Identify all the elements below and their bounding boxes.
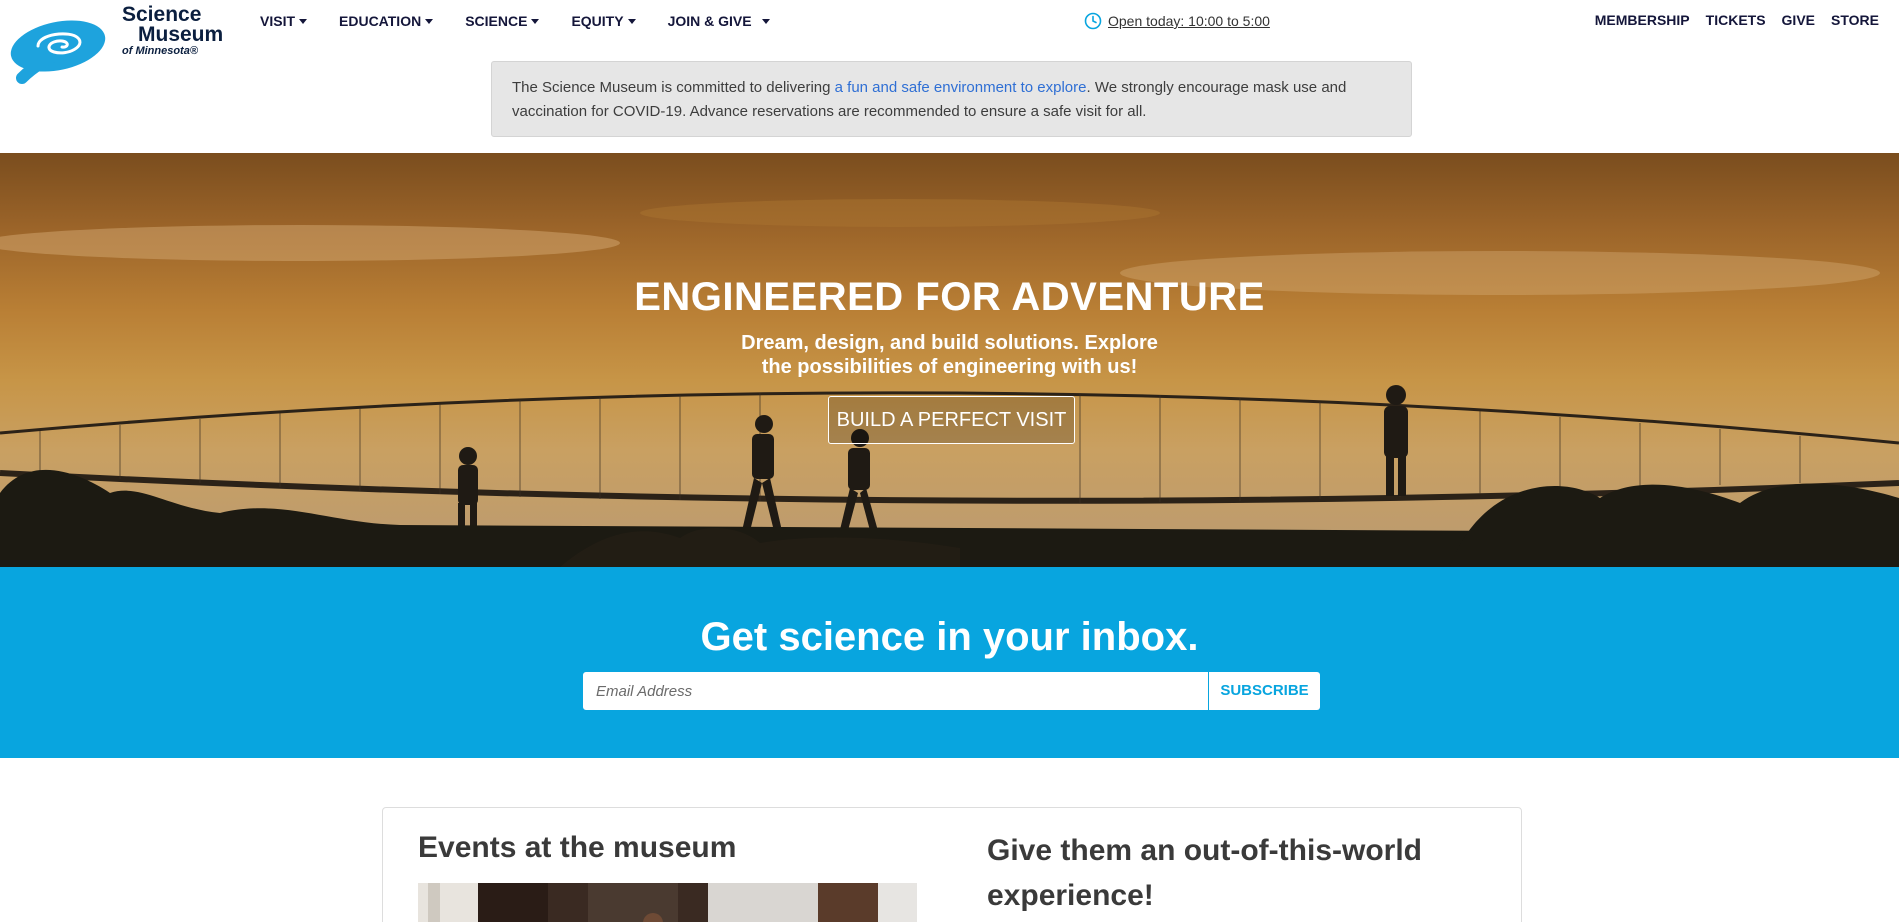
logo-line-science: Science	[122, 3, 202, 26]
give-heading: Give them an out-of-this-world experienc…	[987, 834, 1422, 912]
util-store-link[interactable]: STORE	[1831, 12, 1879, 28]
main-nav: VISIT EDUCATION SCIENCE EQUITY JOIN & GI…	[260, 10, 802, 32]
nav-item-education[interactable]: EDUCATION	[339, 10, 434, 32]
caret-down-icon	[761, 18, 770, 24]
events-photo	[418, 883, 917, 922]
hero-subtitle-line1: Dream, design, and build solutions. Expl…	[741, 332, 1158, 354]
spiral-logo-icon	[10, 20, 106, 84]
nav-item-label: EDUCATION	[339, 13, 422, 29]
caret-down-icon	[425, 18, 434, 24]
nav-item-label: JOIN & GIVE	[667, 13, 752, 29]
nav-item-label: EQUITY	[571, 13, 624, 29]
hours-link[interactable]: Open today: 10:00 to 5:00	[1108, 13, 1270, 29]
site-header: Science Museum of Minnesota® VISIT EDUCA…	[0, 0, 1899, 150]
subscribe-button[interactable]: SUBSCRIBE	[1209, 672, 1320, 710]
alert-link[interactable]: a fun and safe environment to explore	[835, 79, 1087, 96]
clock-icon	[1084, 12, 1102, 30]
email-input[interactable]	[583, 672, 1208, 710]
nav-item-label: SCIENCE	[465, 13, 528, 29]
caret-down-icon	[531, 18, 540, 24]
nav-item-join-give[interactable]: JOIN & GIVE	[668, 10, 770, 32]
site-logo[interactable]: Science Museum of Minnesota®	[8, 4, 223, 86]
events-heading: Events at the museum	[418, 831, 737, 864]
hours-today: Open today: 10:00 to 5:00	[1084, 12, 1270, 30]
logo-wordmark: Science Museum of Minnesota®	[114, 3, 224, 57]
nav-item-label: VISIT	[260, 13, 296, 29]
content-card: Events at the museum Give them an out-of…	[382, 807, 1522, 922]
nav-item-science[interactable]: SCIENCE	[465, 10, 540, 32]
alert-text-before: The Science Museum is committed to deliv…	[512, 79, 835, 96]
newsletter-signup: Get science in your inbox. SUBSCRIBE	[0, 567, 1899, 758]
hero-subtitle: Dream, design, and build solutions. Expl…	[0, 331, 1899, 379]
util-membership-link[interactable]: MEMBERSHIP	[1595, 12, 1690, 28]
caret-down-icon	[627, 18, 636, 24]
logo-line-museum: Museum	[138, 23, 224, 46]
nav-item-equity[interactable]: EQUITY	[571, 10, 636, 32]
utility-nav: MEMBERSHIP TICKETS GIVE STORE	[1579, 12, 1879, 28]
util-tickets-link[interactable]: TICKETS	[1706, 12, 1766, 28]
newsletter-title: Get science in your inbox.	[700, 615, 1199, 659]
covid-alert: The Science Museum is committed to deliv…	[491, 61, 1412, 137]
hero-title: ENGINEERED FOR ADVENTURE	[634, 275, 1265, 319]
caret-down-icon	[299, 18, 308, 24]
logo-line-minnesota: of Minnesota®	[122, 45, 198, 57]
nav-item-visit[interactable]: VISIT	[260, 10, 308, 32]
util-give-link[interactable]: GIVE	[1782, 12, 1815, 28]
hero-banner: ENGINEERED FOR ADVENTURE Dream, design, …	[0, 153, 1899, 567]
build-visit-button[interactable]: BUILD A PERFECT VISIT	[828, 396, 1075, 444]
hero-subtitle-line2: the possibilities of engineering with us…	[761, 356, 1138, 378]
events-image[interactable]	[418, 883, 917, 922]
